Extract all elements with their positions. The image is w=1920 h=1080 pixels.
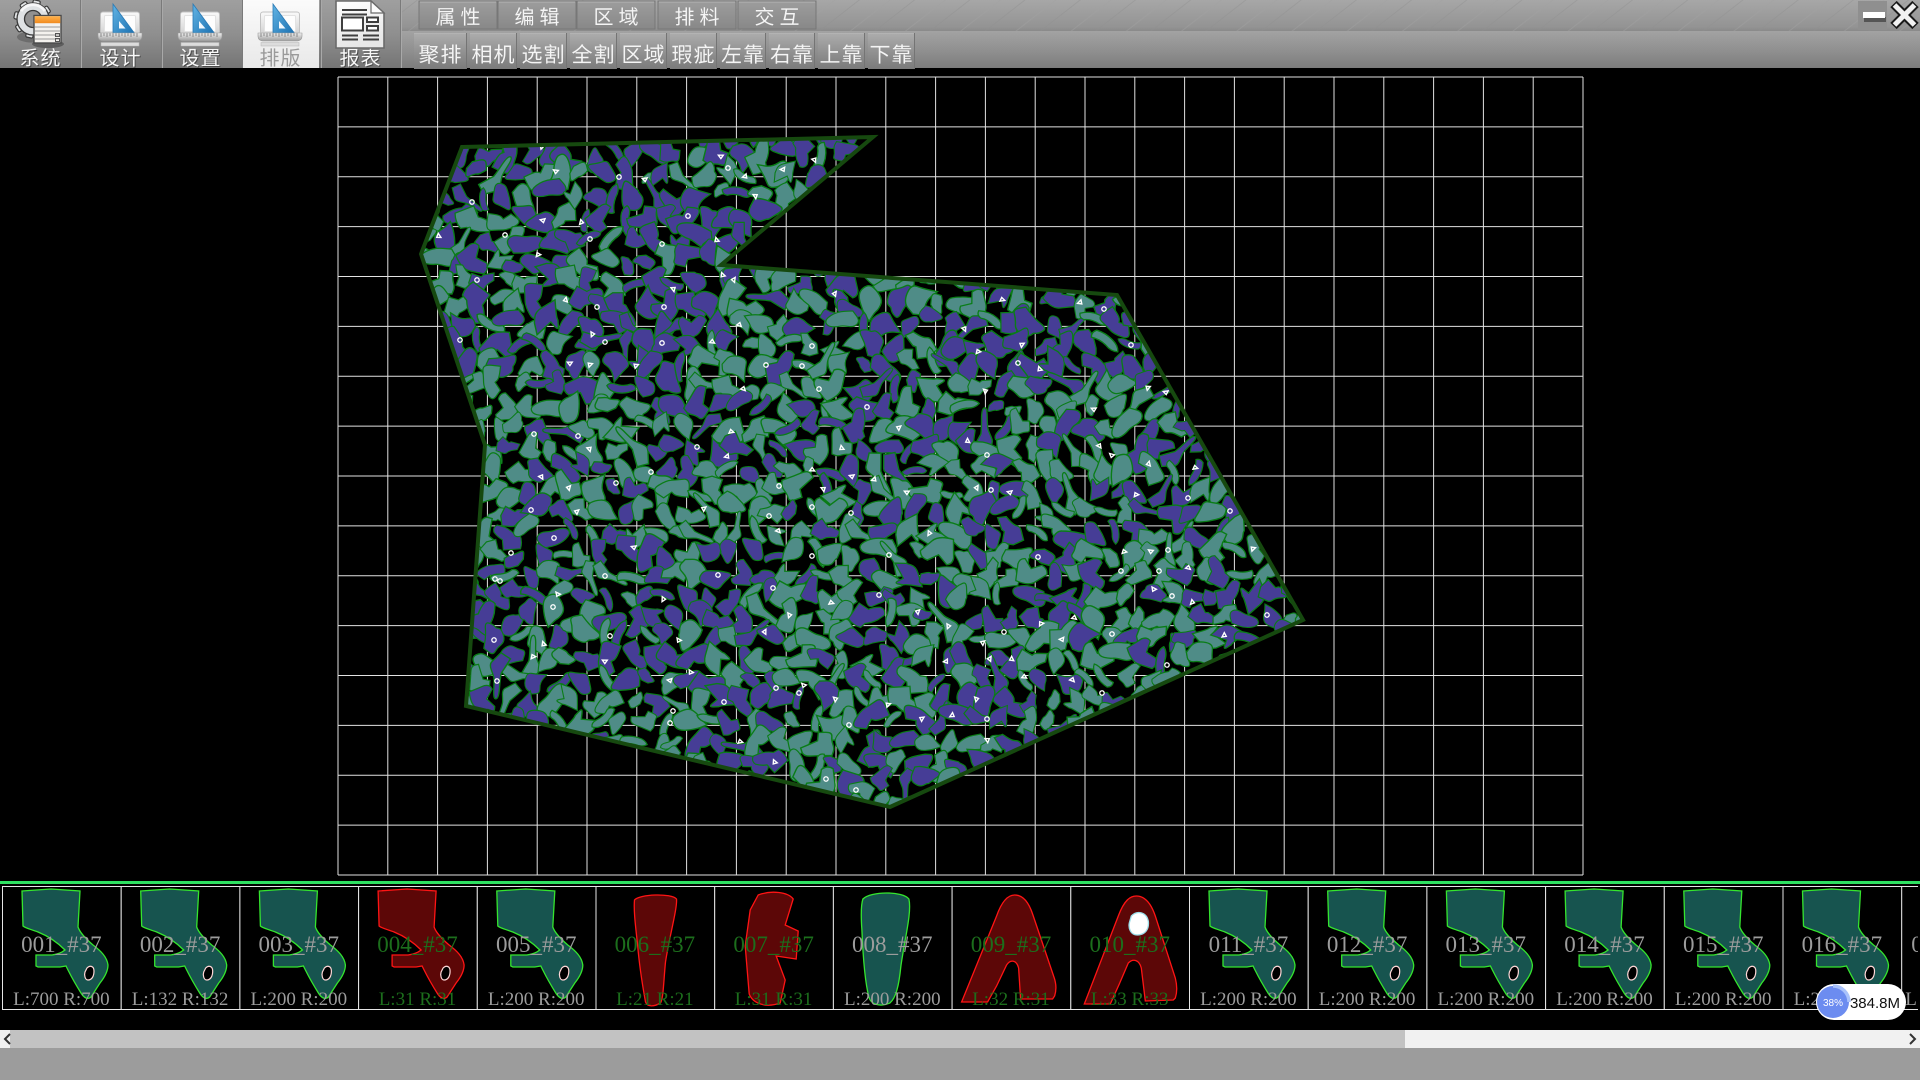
svg-text:L:31 R:31: L:31 R:31 [735, 989, 813, 1010]
svg-text:011_#37: 011_#37 [1209, 932, 1289, 957]
svg-text:L:200 R:200: L:200 R:200 [1319, 989, 1416, 1010]
svg-text:L:32 R:31: L:32 R:31 [972, 989, 1050, 1010]
svg-text:L: L [1905, 989, 1917, 1010]
svg-text:L:200 R:200: L:200 R:200 [488, 989, 585, 1010]
svg-text:016_#37: 016_#37 [1802, 932, 1883, 957]
svg-text:L:200 R:200: L:200 R:200 [1675, 989, 1772, 1010]
svg-text:009_#37: 009_#37 [971, 932, 1052, 957]
svg-text:38%: 38% [1823, 998, 1843, 1009]
svg-text:001_#37: 001_#37 [21, 932, 102, 957]
svg-text:L:21 R:21: L:21 R:21 [616, 989, 694, 1010]
svg-text:013_#37: 013_#37 [1446, 932, 1527, 957]
svg-text:012_#37: 012_#37 [1327, 932, 1408, 957]
svg-text:L:700 R:700: L:700 R:700 [13, 989, 110, 1010]
svg-text:L:200 R:200: L:200 R:200 [251, 989, 348, 1010]
svg-text:015_#37: 015_#37 [1683, 932, 1764, 957]
svg-text:002_#37: 002_#37 [140, 932, 221, 957]
svg-text:007_#37: 007_#37 [733, 932, 814, 957]
svg-text:384.8M: 384.8M [1850, 995, 1900, 1012]
svg-text:006_#37: 006_#37 [615, 932, 696, 957]
svg-text:L:200 R:200: L:200 R:200 [1200, 989, 1297, 1010]
svg-text:L:33 R:33: L:33 R:33 [1091, 989, 1169, 1010]
svg-text:L:132 R:132: L:132 R:132 [132, 989, 229, 1010]
svg-text:008_#37: 008_#37 [852, 932, 933, 957]
svg-text:014_#37: 014_#37 [1564, 932, 1645, 957]
svg-text:L:200 R:200: L:200 R:200 [844, 989, 941, 1010]
svg-text:005_#37: 005_#37 [496, 932, 577, 957]
svg-text:L:200 R:200: L:200 R:200 [1556, 989, 1653, 1010]
svg-text:L:31 R:31: L:31 R:31 [379, 989, 457, 1010]
svg-text:004_#37: 004_#37 [377, 932, 458, 957]
svg-text:003_#37: 003_#37 [259, 932, 340, 957]
svg-text:010_#37: 010_#37 [1089, 932, 1170, 957]
svg-text:L:200 R:200: L:200 R:200 [1438, 989, 1535, 1010]
